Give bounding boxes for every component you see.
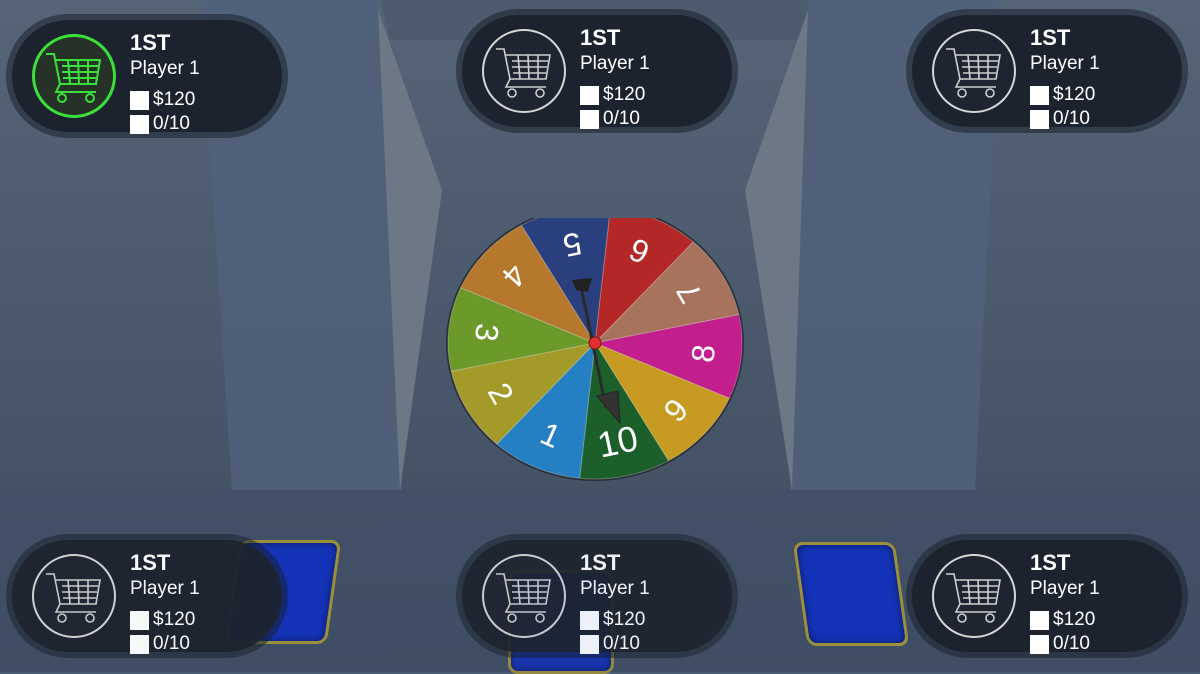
money-row: $120 xyxy=(1030,84,1096,105)
player-rank: 1ST xyxy=(130,30,171,55)
wheel-segment-label: 8 xyxy=(684,343,722,364)
player-rank: 1ST xyxy=(130,550,171,575)
money-icon xyxy=(130,610,149,630)
progress-icon xyxy=(1030,634,1049,654)
wheel-segment-label: 3 xyxy=(468,322,506,343)
player-name: Player 1 xyxy=(580,53,650,74)
player-money: $120 xyxy=(603,609,646,630)
money-row: $120 xyxy=(580,84,646,105)
player-progress: 0/10 xyxy=(153,633,190,654)
shopping-cart-icon xyxy=(496,573,551,623)
player-name: Player 1 xyxy=(580,578,650,599)
money-row: $120 xyxy=(1030,609,1096,630)
progress-row: 0/10 xyxy=(580,633,640,654)
player-name: Player 1 xyxy=(1030,53,1100,74)
player-rank: 1ST xyxy=(580,25,621,50)
player-money: $120 xyxy=(1053,609,1096,630)
money-icon xyxy=(130,90,149,110)
spin-wheel[interactable]: 67891012345 xyxy=(440,218,750,502)
player-progress: 0/10 xyxy=(1053,108,1090,129)
avatar[interactable] xyxy=(482,29,566,113)
progress-row: 0/10 xyxy=(580,108,640,129)
player-money: $120 xyxy=(1053,84,1096,105)
progress-icon xyxy=(130,634,149,654)
avatar[interactable] xyxy=(32,554,116,638)
progress-icon xyxy=(580,109,599,129)
player-progress: 0/10 xyxy=(153,113,190,134)
player-name: Player 1 xyxy=(130,578,200,599)
progress-icon xyxy=(130,114,149,134)
money-icon xyxy=(1030,85,1049,105)
progress-icon xyxy=(580,634,599,654)
player-panel: 1ST Player 1 $120 0/10 xyxy=(462,540,732,654)
player-name: Player 1 xyxy=(130,58,200,79)
wheel-segment-label: 10 xyxy=(594,417,642,465)
player-progress: 0/10 xyxy=(603,108,640,129)
player-money: $120 xyxy=(603,84,646,105)
shopping-cart-icon xyxy=(946,573,1001,623)
progress-row: 0/10 xyxy=(1030,633,1090,654)
player-progress: 0/10 xyxy=(603,633,640,654)
player-panel: 1ST Player 1 $120 0/10 xyxy=(462,15,732,129)
avatar[interactable] xyxy=(32,34,116,118)
money-icon xyxy=(1030,610,1049,630)
player-panel: 1ST Player 1 $120 0/10 xyxy=(12,540,282,654)
player-panel: 1ST Player 1 $120 0/10 xyxy=(912,540,1182,654)
money-row: $120 xyxy=(580,609,646,630)
progress-row: 0/10 xyxy=(130,113,190,134)
progress-row: 0/10 xyxy=(130,633,190,654)
money-row: $120 xyxy=(130,609,196,630)
money-row: $120 xyxy=(130,89,196,110)
player-money: $120 xyxy=(153,609,196,630)
money-icon xyxy=(580,610,599,630)
player-panel: 1ST Player 1 $120 0/10 xyxy=(912,15,1182,129)
shopping-cart-icon xyxy=(496,48,551,98)
progress-icon xyxy=(1030,109,1049,129)
avatar[interactable] xyxy=(932,29,1016,113)
player-name: Player 1 xyxy=(1030,578,1100,599)
shopping-cart-icon xyxy=(946,48,1001,98)
avatar[interactable] xyxy=(932,554,1016,638)
game-card[interactable] xyxy=(792,542,910,646)
player-money: $120 xyxy=(153,89,196,110)
money-icon xyxy=(580,85,599,105)
player-rank: 1ST xyxy=(580,550,621,575)
player-panel: 1ST Player 1 $120 0/10 xyxy=(12,20,282,134)
progress-row: 0/10 xyxy=(1030,108,1090,129)
shopping-cart-icon xyxy=(46,53,102,103)
player-rank: 1ST xyxy=(1030,550,1071,575)
avatar[interactable] xyxy=(482,554,566,638)
player-progress: 0/10 xyxy=(1053,633,1090,654)
shopping-cart-icon xyxy=(46,573,101,623)
player-rank: 1ST xyxy=(1030,25,1071,50)
